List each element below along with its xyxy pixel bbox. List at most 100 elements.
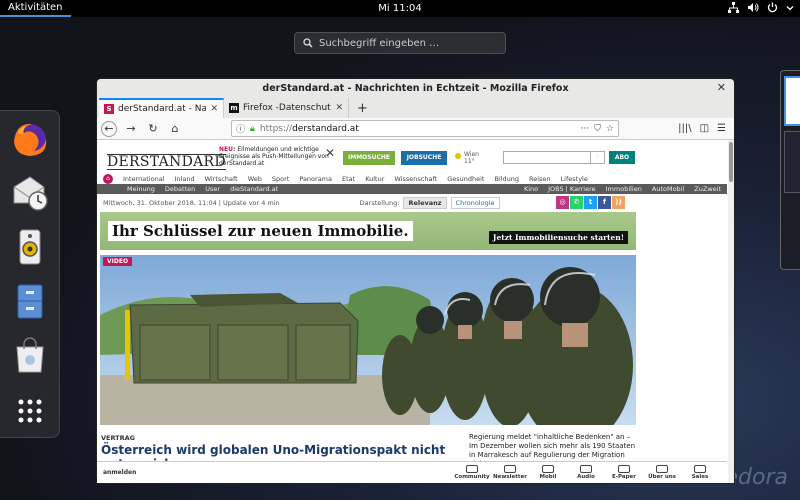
dash-item-show-applications[interactable] [10, 391, 50, 431]
subnav-link[interactable]: dieStandard.at [230, 185, 278, 193]
site-search-icon[interactable]: ⚲ [590, 152, 604, 163]
whatsapp-icon[interactable]: ✆ [570, 196, 583, 209]
nav-link[interactable]: Etat [342, 175, 355, 183]
subnav-link[interactable]: AutoMobil [652, 185, 684, 193]
footer-item-label: Community [454, 474, 490, 480]
subnav-link[interactable]: Immobilien [606, 185, 642, 193]
sort-relevance-button[interactable]: Relevanz [403, 197, 447, 209]
abo-button[interactable]: ABO [609, 151, 635, 164]
workspace-thumb-1[interactable] [784, 76, 800, 126]
nav-link[interactable]: Bildung [494, 175, 519, 183]
clock-label[interactable]: Mi 11:04 [378, 3, 421, 14]
forward-button[interactable]: → [123, 121, 139, 137]
pocket-icon[interactable]: ⛉ [594, 124, 601, 134]
hamburger-menu-icon[interactable]: ☰ [717, 123, 726, 134]
instagram-icon[interactable]: ◎ [556, 196, 569, 209]
site-logo[interactable]: DERSTANDARD [107, 154, 226, 170]
home-icon[interactable]: ⌂ [103, 174, 113, 184]
nav-link[interactable]: Kultur [365, 175, 384, 183]
login-link[interactable]: anmelden [97, 469, 136, 476]
toolbar-right: |||\ ◫ ☰ [678, 123, 730, 134]
lock-icon[interactable]: 🔒︎ [250, 124, 255, 134]
notice-close-icon[interactable]: ✕ [325, 146, 335, 160]
nav-link[interactable]: Web [248, 175, 262, 183]
hero-video[interactable]: VIDEO [100, 255, 636, 425]
dash-item-firefox[interactable] [10, 119, 50, 159]
window-titlebar[interactable]: derStandard.at - Nachrichten in Echtzeit… [97, 79, 734, 98]
scrollbar-thumb[interactable] [729, 142, 733, 182]
nav-link[interactable]: Panorama [299, 175, 332, 183]
bookmark-star-icon[interactable]: ☆ [606, 124, 614, 134]
footer-item-label: Audio [577, 474, 595, 480]
activities-button[interactable]: Aktivitäten [0, 0, 71, 17]
rss-icon[interactable]: )) [612, 196, 625, 209]
system-menu[interactable] [728, 2, 794, 13]
volume-icon [748, 3, 759, 12]
nav-link[interactable]: Reisen [529, 175, 551, 183]
page-actions-icon[interactable]: ··· [581, 124, 590, 134]
footer-item[interactable]: Mobil [529, 465, 567, 480]
subnav-link[interactable]: User [205, 185, 220, 193]
page-scrollbar[interactable] [728, 140, 734, 483]
footer-item-label: Sales [691, 474, 709, 480]
nav-link[interactable]: Wirtschaft [205, 175, 238, 183]
nav-link[interactable]: Gesundheit [447, 175, 484, 183]
video-badge: VIDEO [103, 257, 133, 266]
footer-item[interactable]: Sales [681, 465, 719, 480]
firefox-window[interactable]: derStandard.at - Nachrichten in Echtzeit… [97, 79, 734, 483]
footer-item[interactable]: Community [453, 465, 491, 480]
derstandard-favicon-icon: S [104, 104, 114, 114]
footer-item[interactable]: Newsletter [491, 465, 529, 480]
nav-link[interactable]: Sport [272, 175, 289, 183]
jobsuche-button[interactable]: JOBSUCHE [401, 151, 447, 165]
library-icon[interactable]: |||\ [678, 123, 691, 134]
search-placeholder: Suchbegriff eingeben … [319, 37, 440, 49]
subnav-link[interactable]: JOBS | Karriere [548, 185, 596, 193]
workspace-switcher[interactable] [780, 70, 800, 270]
info-icon[interactable]: ⓘ [236, 122, 245, 135]
tab-close-icon[interactable]: ✕ [335, 103, 343, 113]
nav-link[interactable]: International [123, 175, 165, 183]
dash-item-files[interactable] [10, 281, 50, 321]
dash [0, 110, 60, 438]
subnav-link[interactable]: Kino [524, 185, 538, 193]
footer-item[interactable]: E-Paper [605, 465, 643, 480]
subnav-link[interactable]: ZuZweit [694, 185, 721, 193]
shopping-bag-icon [16, 337, 44, 373]
tab-derstandard[interactable]: S derStandard.at - Nachrich ✕ [99, 98, 224, 118]
footer-item[interactable]: Über uns [643, 465, 681, 480]
back-button[interactable]: ← [101, 120, 117, 137]
window-close-button[interactable]: ✕ [717, 81, 726, 94]
tab-firefox-privacy[interactable]: m Firefox -Datenschutzhin ✕ [224, 98, 349, 118]
footer-item-label: Über uns [648, 474, 676, 480]
subnav-link[interactable]: Meinung [127, 185, 155, 193]
url-bar[interactable]: ⓘ 🔒︎ https://derstandard.at ··· ⛉ ☆ [231, 120, 619, 137]
web-page[interactable]: DERSTANDARD NEU: Eilmeldungen und wichti… [97, 140, 734, 483]
footer-item[interactable]: Audio [567, 465, 605, 480]
nav-link[interactable]: Lifestyle [561, 175, 588, 183]
sidebar-icon[interactable]: ◫ [700, 123, 709, 134]
reload-button[interactable]: ↻ [145, 121, 161, 137]
weather-city: Wien [464, 151, 479, 158]
immosuche-button[interactable]: IMMOSUCHE [343, 151, 395, 165]
ad-cta[interactable]: Jetzt Immobiliensuche starten! [488, 231, 628, 244]
workspace-thumb-2[interactable] [784, 131, 800, 193]
nav-link[interactable]: Wissenschaft [394, 175, 437, 183]
sort-chronology-button[interactable]: Chronologie [450, 197, 500, 209]
search-field[interactable]: Suchbegriff eingeben … [294, 32, 506, 54]
twitter-icon[interactable]: t [584, 196, 597, 209]
subnav-link[interactable]: Debatten [165, 185, 195, 193]
weather-widget[interactable]: Wien 11° [455, 151, 479, 165]
ad-banner[interactable]: Ihr Schlüssel zur neuen Immobilie. Jetzt… [100, 212, 636, 250]
push-notice[interactable]: NEU: Eilmeldungen und wichtige Ereigniss… [219, 146, 339, 170]
site-search-input[interactable]: ⚲ [503, 151, 605, 164]
home-button[interactable]: ⌂ [167, 121, 183, 137]
tab-close-icon[interactable]: ✕ [210, 104, 218, 114]
nav-link[interactable]: Inland [175, 175, 195, 183]
facebook-icon[interactable]: f [598, 196, 611, 209]
navigation-bar: ← → ↻ ⌂ ⓘ 🔒︎ https://derstandard.at ··· … [97, 118, 734, 140]
dash-item-software[interactable] [10, 335, 50, 375]
dash-item-evolution[interactable] [10, 173, 50, 213]
new-tab-button[interactable]: + [349, 100, 376, 118]
dash-item-rhythmbox[interactable] [10, 227, 50, 267]
